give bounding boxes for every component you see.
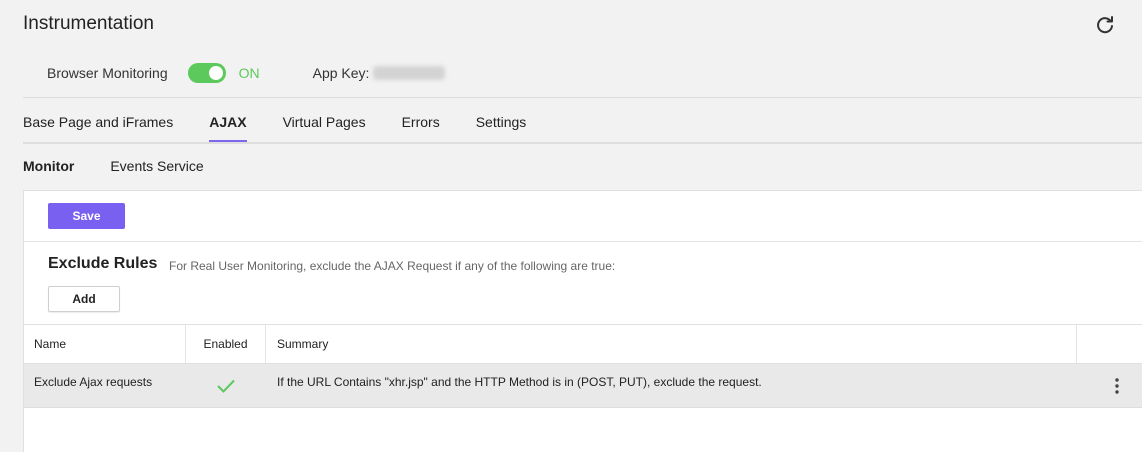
app-key-value-redacted [373,66,446,80]
browser-monitoring-label: Browser Monitoring [47,65,168,81]
panel-divider [24,241,1142,242]
exclude-rules-title: Exclude Rules [48,255,158,272]
tab-base-page-iframes[interactable]: Base Page and iFrames [23,112,173,142]
header-divider [23,97,1142,98]
row-summary: If the URL Contains "xhr.jsp" and the HT… [277,375,762,389]
main-tabs: Base Page and iFrames AJAX Virtual Pages… [23,112,562,143]
browser-monitoring-row: Browser Monitoring ON App Key: [47,62,446,84]
tab-errors[interactable]: Errors [402,112,440,142]
tab-ajax[interactable]: AJAX [209,112,247,143]
tabs-underline [23,142,1142,144]
toggle-knob [208,66,223,80]
add-rule-button[interactable]: Add [48,286,120,312]
exclude-rules-description: For Real User Monitoring, exclude the AJ… [169,259,616,273]
ajax-monitor-panel: Save Exclude Rules For Real User Monitor… [23,190,1142,452]
column-header-summary[interactable]: Summary [266,325,1077,363]
table-header: Name Enabled Summary [24,324,1142,364]
subtab-monitor[interactable]: Monitor [23,158,74,174]
column-header-enabled[interactable]: Enabled [186,325,266,363]
kebab-menu-icon[interactable] [1112,376,1122,396]
subtab-events-service[interactable]: Events Service [110,158,203,174]
save-button[interactable]: Save [48,203,125,229]
column-header-name[interactable]: Name [24,325,186,363]
tab-virtual-pages[interactable]: Virtual Pages [283,112,366,142]
app-key-label: App Key: [312,65,370,81]
sub-tabs: Monitor Events Service [23,158,240,174]
table-row[interactable]: Exclude Ajax requests If the URL Contain… [24,364,1142,408]
exclude-rules-table: Name Enabled Summary Exclude Ajax reques… [24,324,1142,408]
tab-settings[interactable]: Settings [476,112,527,142]
refresh-icon[interactable] [1094,14,1116,36]
browser-monitoring-toggle[interactable] [187,63,226,83]
check-icon [217,379,235,393]
row-name: Exclude Ajax requests [34,375,153,389]
page-title: Instrumentation [23,13,154,34]
toggle-state-text: ON [238,65,260,81]
row-enabled [186,372,266,408]
